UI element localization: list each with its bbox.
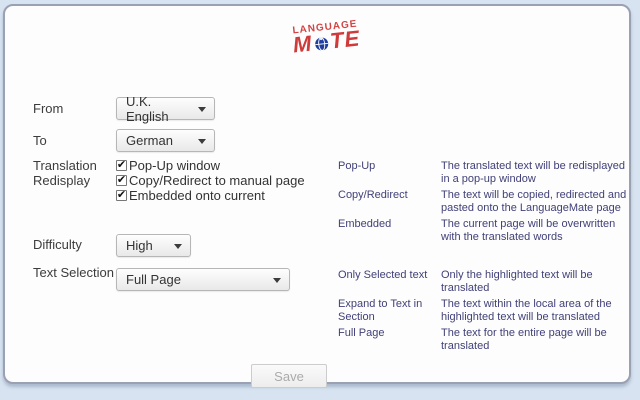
embedded-checkbox-label: Embedded onto current xyxy=(129,188,265,203)
to-select-value: German xyxy=(126,133,173,148)
help-row: Pop-Up The translated text will be redis… xyxy=(338,160,638,186)
text-selection-label: Text Selection xyxy=(33,265,114,280)
help-desc: The text will be copied, redirected and … xyxy=(441,189,627,214)
help-term: Expand to Text in Section xyxy=(338,298,423,323)
from-label: From xyxy=(33,101,64,116)
help-row: Copy/Redirect The text will be copied, r… xyxy=(338,189,638,215)
dropdown-arrow-icon xyxy=(198,107,206,112)
help-term: Only Selected text xyxy=(338,269,428,281)
text-selection-select-value: Full Page xyxy=(126,272,181,287)
difficulty-label: Difficulty xyxy=(33,237,82,252)
help-desc: The text within the local area of the hi… xyxy=(441,298,612,323)
help-term: Pop-Up xyxy=(338,160,376,172)
copy-redirect-checkbox[interactable]: ✔ xyxy=(116,175,127,186)
languagemate-logo: LANGUAGE M TE xyxy=(282,18,371,58)
help-row: Only Selected text Only the highlighted … xyxy=(338,269,638,295)
embedded-checkbox[interactable]: ✔ xyxy=(116,190,127,201)
difficulty-select-value: High xyxy=(126,238,153,253)
logo-te: TE xyxy=(328,25,362,54)
help-term: Full Page xyxy=(338,327,385,339)
checkbox-row-copy-redirect: ✔ Copy/Redirect to manual page xyxy=(116,173,305,188)
difficulty-select[interactable]: High xyxy=(116,234,191,257)
options-page: { "logo": { "line1": "LANGUAGE", "m_part… xyxy=(0,0,640,400)
popup-checkbox[interactable]: ✔ xyxy=(116,160,127,171)
help-desc: Only the highlighted text will be transl… xyxy=(441,269,593,294)
redisplay-help: Pop-Up The translated text will be redis… xyxy=(338,160,638,247)
from-select-value: U.K. English xyxy=(126,93,169,124)
help-row: Full Page The text for the entire page w… xyxy=(338,327,638,353)
dropdown-arrow-icon xyxy=(174,244,182,249)
save-button-label: Save xyxy=(274,368,304,384)
translation-redisplay-options: ✔ Pop-Up window ✔ Copy/Redirect to manua… xyxy=(116,158,305,203)
text-selection-select[interactable]: Full Page xyxy=(116,268,290,291)
to-label: To xyxy=(33,133,47,148)
help-row: Expand to Text in Section The text withi… xyxy=(338,298,638,324)
checkmark-icon: ✔ xyxy=(116,159,127,171)
logo-m: M xyxy=(291,30,314,58)
popup-checkbox-label: Pop-Up window xyxy=(129,158,221,173)
help-desc: The current page will be overwritten wit… xyxy=(441,218,616,243)
from-select[interactable]: U.K. English xyxy=(116,94,215,124)
help-term: Copy/Redirect xyxy=(338,189,408,201)
save-button[interactable]: Save xyxy=(251,364,327,388)
help-term: Embedded xyxy=(338,218,392,230)
checkbox-row-embedded: ✔ Embedded onto current xyxy=(116,188,305,203)
dropdown-arrow-icon xyxy=(273,278,281,283)
checkbox-row-popup: ✔ Pop-Up window xyxy=(116,158,305,173)
copy-redirect-checkbox-label: Copy/Redirect to manual page xyxy=(129,173,305,188)
checkmark-icon: ✔ xyxy=(116,189,127,201)
globe-icon xyxy=(312,34,330,52)
to-select[interactable]: German xyxy=(116,129,215,152)
help-desc: The translated text will be redisplayed … xyxy=(441,160,626,185)
translation-redisplay-label: Translation Redisplay xyxy=(33,158,97,188)
checkmark-icon: ✔ xyxy=(116,174,127,186)
help-row: Embedded The current page will be overwr… xyxy=(338,218,638,244)
selection-help: Only Selected text Only the highlighted … xyxy=(338,269,638,356)
help-desc: The text for the entire page will be tra… xyxy=(441,327,607,352)
dropdown-arrow-icon xyxy=(198,139,206,144)
options-panel: LANGUAGE M TE From U.K. English To German… xyxy=(3,4,631,388)
